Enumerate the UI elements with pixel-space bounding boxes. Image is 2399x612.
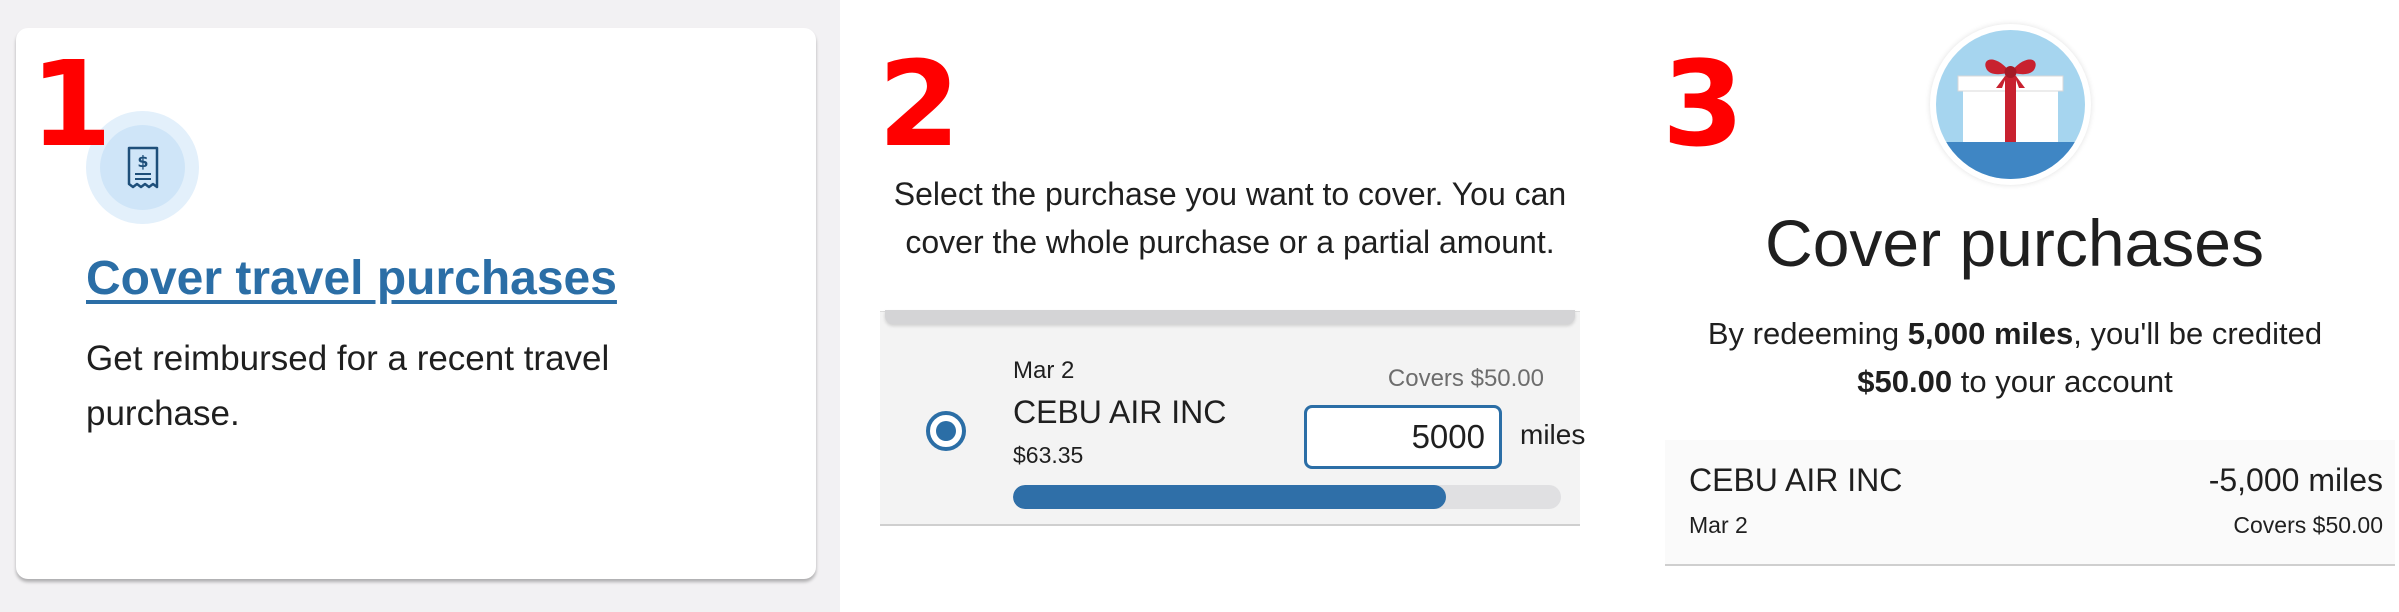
previous-item-edge <box>885 310 1575 324</box>
gift-box-icon <box>1936 30 2085 179</box>
miles-unit-label: miles <box>1520 419 1586 450</box>
miles-progress-fill <box>1013 485 1446 509</box>
message-miles: 5,000 miles <box>1907 316 2074 351</box>
instructions-text: Select the purchase you want to cover. Y… <box>893 176 1567 260</box>
step-number-1: 1 <box>30 35 113 173</box>
page-title: Cover purchases <box>1765 206 2264 280</box>
summary-covers: Covers $50.00 <box>2233 512 2383 538</box>
cover-travel-purchases-link[interactable]: Cover travel purchases <box>86 251 617 306</box>
purchase-radio-button[interactable] <box>926 411 966 451</box>
purchase-list-item[interactable]: Mar 2 CEBU AIR INC $63.35 Covers $50.00 … <box>880 310 1585 526</box>
miles-progress-bar <box>1013 485 1561 509</box>
summary-merchant: CEBU AIR INC <box>1689 462 1903 498</box>
purchase-amount: $63.35 <box>1013 442 1084 468</box>
step-number-2: 2 <box>878 35 961 173</box>
radio-selected-dot <box>936 421 956 441</box>
message-suffix: to your account <box>1952 364 2173 399</box>
message-prefix: By redeeming <box>1707 316 1908 351</box>
summary-date: Mar 2 <box>1689 512 1748 538</box>
panel-step-3: 3 Cover purchases By redeeming 5,000 mil… <box>1630 0 2399 612</box>
message-credit: $50.00 <box>1857 364 1953 399</box>
purchase-date: Mar 2 <box>1013 357 1075 384</box>
svg-text:$: $ <box>137 152 148 171</box>
gift-icon-badge <box>1930 24 2091 185</box>
step-number-3: 3 <box>1662 35 1745 173</box>
purchase-merchant: CEBU AIR INC <box>1013 394 1227 430</box>
panel-step-1: $ Cover travel purchases Get reimbursed … <box>0 0 840 612</box>
message-middle: , you'll be credited <box>2073 316 2323 351</box>
panel-step-2: 2 Select the purchase you want to cover.… <box>840 0 1630 612</box>
redemption-summary-row: CEBU AIR INC -5,000 miles Mar 2 Covers $… <box>1665 440 2395 566</box>
receipt-dollar-icon: $ <box>127 146 159 189</box>
cover-travel-purchases-card[interactable]: $ Cover travel purchases Get reimbursed … <box>16 28 816 579</box>
covers-amount-label: Covers $50.00 <box>1387 365 1544 392</box>
summary-miles: -5,000 miles <box>2208 462 2383 498</box>
miles-input[interactable] <box>1304 405 1502 469</box>
redemption-message: By redeeming 5,000 miles, you'll be cred… <box>1690 310 2340 406</box>
card-description: Get reimbursed for a recent travel purch… <box>86 339 610 433</box>
